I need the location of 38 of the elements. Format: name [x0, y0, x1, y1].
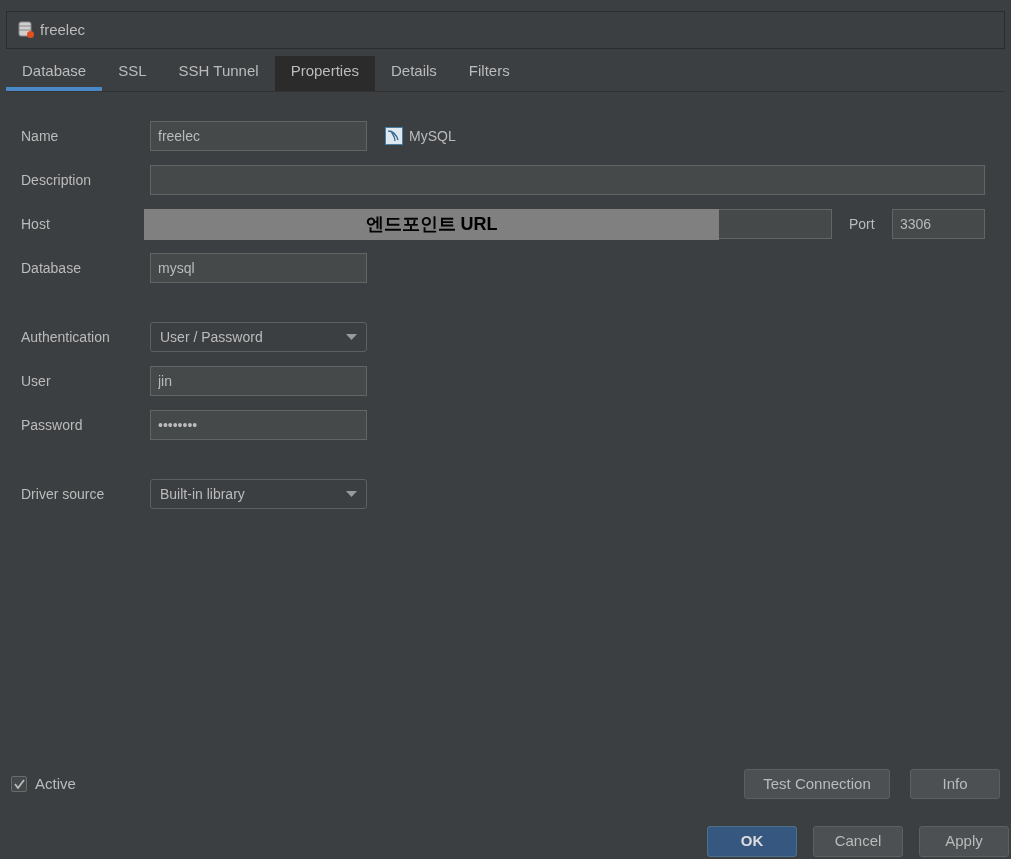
- caret-icon: [346, 334, 357, 340]
- checkmark-icon: [13, 779, 25, 789]
- caret-icon: [346, 491, 357, 497]
- field-label: Driver source: [21, 484, 106, 504]
- password-field[interactable]: ••••••••: [150, 410, 367, 440]
- dialog-button[interactable]: Cancel: [813, 826, 903, 857]
- tab[interactable]: Database: [6, 56, 103, 91]
- action-button[interactable]: Test Connection: [744, 769, 890, 799]
- database-field[interactable]: mysql: [150, 253, 367, 283]
- dropdown[interactable]: User / Password: [150, 322, 367, 352]
- connection-title: freelec: [40, 19, 86, 40]
- name-field[interactable]: freelec: [150, 121, 367, 151]
- tab[interactable]: Details: [375, 56, 453, 91]
- user-field[interactable]: jin: [150, 366, 367, 396]
- field-label: User: [21, 371, 52, 391]
- field-label: Port: [849, 214, 876, 234]
- dialog-button[interactable]: OK: [707, 826, 797, 857]
- field-label: Host: [21, 214, 51, 234]
- driver-name: MySQL: [409, 126, 456, 146]
- dialog-button[interactable]: Apply: [919, 826, 1009, 857]
- checkbox-label: Active: [35, 773, 76, 794]
- tab[interactable]: Properties: [274, 56, 375, 91]
- database-icon: [18, 21, 35, 39]
- field-label: Database: [21, 258, 82, 278]
- dropdown[interactable]: Built-in library: [150, 479, 367, 509]
- tab[interactable]: SSH Tunnel: [162, 56, 275, 91]
- checkbox[interactable]: [11, 776, 27, 792]
- action-button[interactable]: Info: [910, 769, 1000, 799]
- description-field[interactable]: [150, 165, 985, 195]
- tab[interactable]: SSL: [102, 56, 163, 91]
- dolphin-logo-icon: [385, 127, 403, 145]
- port-field[interactable]: 3306: [892, 209, 985, 239]
- field-label: Password: [21, 415, 84, 435]
- tab[interactable]: Filters: [452, 56, 526, 91]
- redaction-overlay: 엔드포인트 URL: [144, 209, 719, 240]
- field-label: Authentication: [21, 327, 111, 347]
- field-label: Name: [21, 126, 60, 146]
- field-label: Description: [21, 170, 93, 190]
